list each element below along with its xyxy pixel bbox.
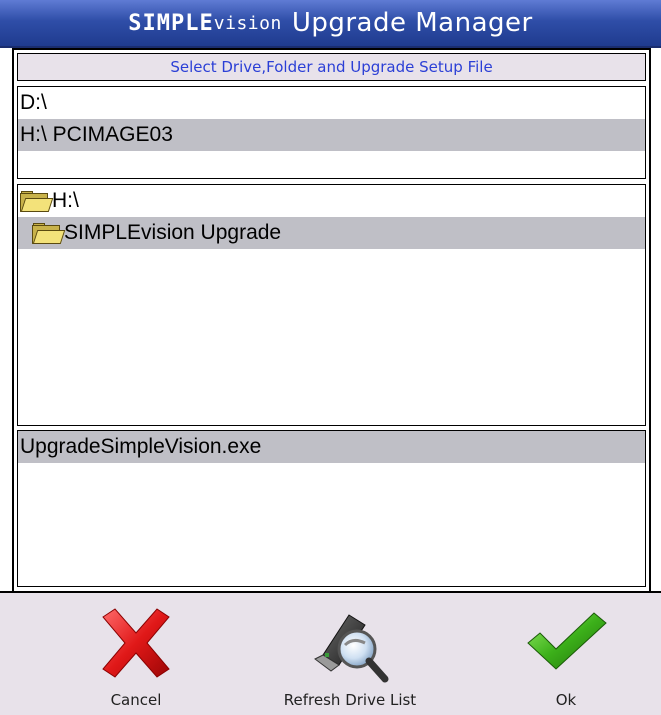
drive-item[interactable]: D:\ (18, 87, 645, 119)
drive-list[interactable]: D:\ H:\ PCIMAGE03 (17, 86, 646, 179)
file-item-label: UpgradeSimpleVision.exe (20, 435, 262, 458)
cancel-label: Cancel (110, 691, 162, 709)
folder-item-label: SIMPLEvision Upgrade (64, 221, 282, 244)
app-brand-sub: vision (213, 12, 282, 34)
drive-item-label: D:\ (20, 91, 47, 114)
checkmark-icon (527, 612, 607, 670)
file-item[interactable]: UpgradeSimpleVision.exe (18, 431, 645, 463)
folder-item[interactable]: SIMPLEvision Upgrade (18, 217, 645, 249)
folder-open-icon (32, 223, 66, 244)
drive-item-label: H:\ PCIMAGE03 (20, 123, 173, 146)
main-frame: Select Drive,Folder and Upgrade Setup Fi… (12, 48, 651, 593)
cancel-x-icon (102, 608, 170, 678)
refresh-drive-list-button[interactable]: Refresh Drive List (250, 603, 450, 713)
title-bar: SIMPLE vision Upgrade Manager (0, 0, 661, 48)
folder-open-icon (20, 191, 54, 212)
window-title: Upgrade Manager (291, 8, 533, 38)
cancel-button[interactable]: Cancel (36, 603, 236, 713)
refresh-drive-list-label: Refresh Drive List (283, 691, 417, 709)
ok-button[interactable]: Ok (466, 603, 661, 713)
usb-drive-search-icon (314, 614, 389, 683)
drive-item[interactable]: H:\ PCIMAGE03 (18, 119, 645, 151)
instruction-text: Select Drive,Folder and Upgrade Setup Fi… (17, 53, 646, 81)
bottom-toolbar: Cancel Refresh Drive List Ok (0, 591, 661, 715)
app-brand: SIMPLE (128, 10, 214, 36)
folder-list[interactable]: H:\ SIMPLEvision Upgrade (17, 184, 646, 426)
ok-label: Ok (555, 691, 577, 709)
folder-item[interactable]: H:\ (18, 185, 645, 217)
file-list[interactable]: UpgradeSimpleVision.exe (17, 430, 646, 587)
folder-item-label: H:\ (52, 189, 79, 212)
